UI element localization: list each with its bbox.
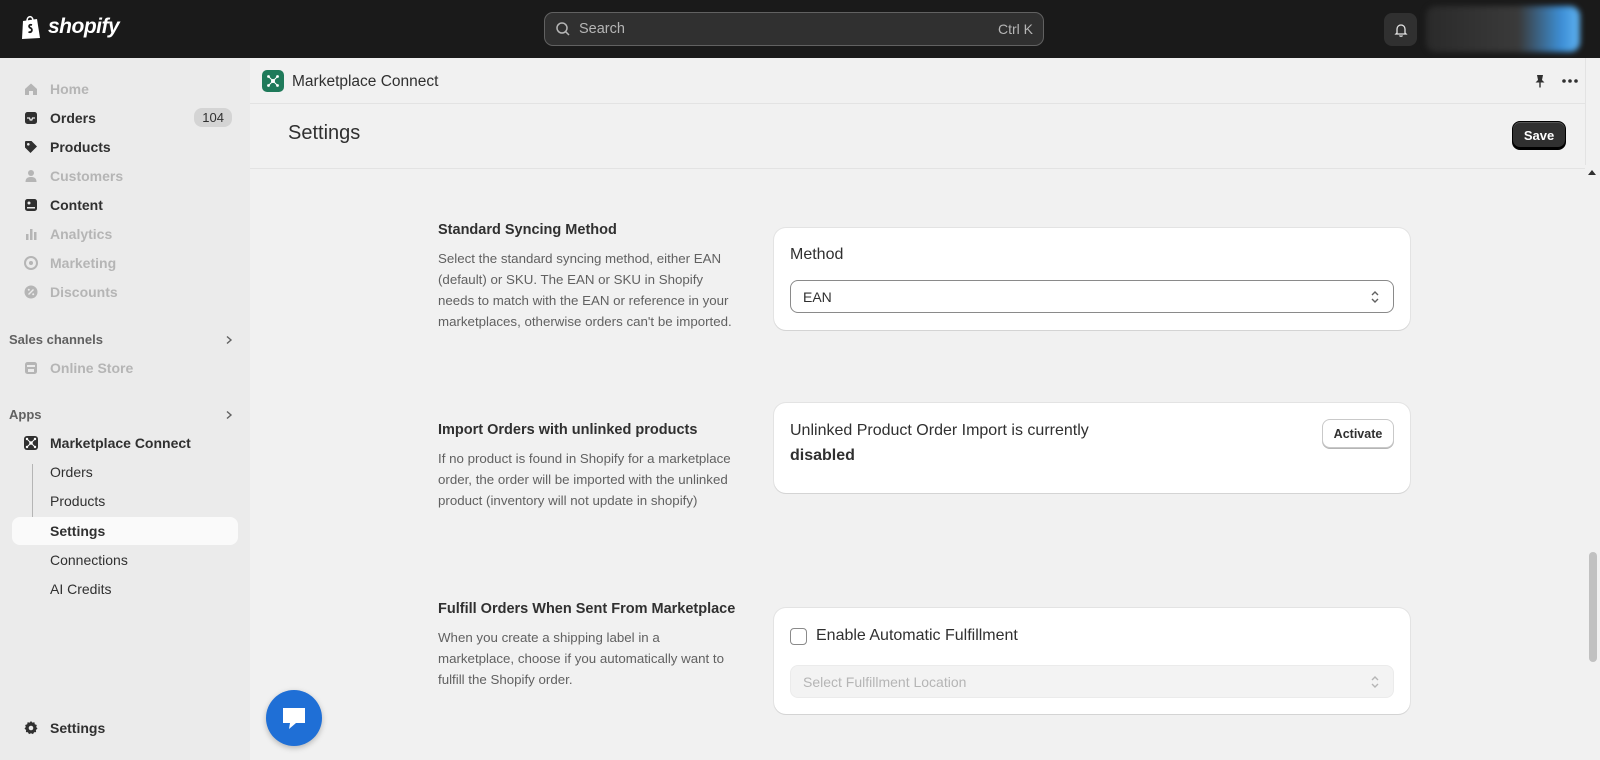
section-desc-fulfill: When you create a shipping label in a ma… (438, 630, 725, 687)
syncing-method-card: Method EAN (774, 228, 1410, 330)
sidebar-subitem-products[interactable]: Products (12, 487, 238, 515)
home-icon (25, 83, 37, 95)
shopify-logo[interactable]: shopify (20, 14, 120, 40)
network-icon (267, 75, 279, 87)
auto-fulfillment-checkbox[interactable] (790, 628, 807, 645)
sidebar-subitem-settings[interactable]: Settings (12, 517, 238, 545)
chevron-right-icon (226, 335, 233, 344)
shopify-bag-icon (22, 15, 40, 39)
content-icon (25, 199, 37, 211)
sidebar-item-label: Home (50, 81, 89, 97)
bar-chart-icon (26, 229, 37, 240)
sidebar-item-label: Online Store (50, 360, 134, 376)
apps-header[interactable]: Apps (9, 407, 234, 422)
sidebar-item-marketing[interactable]: Marketing (12, 249, 238, 277)
section-title-syncing: Standard Syncing Method (438, 222, 617, 238)
sidebar-item-label: Marketplace Connect (50, 435, 191, 451)
sidebar-item-label: Marketing (50, 255, 117, 271)
scroll-up-arrow-icon[interactable] (1588, 170, 1596, 175)
search-icon (556, 22, 570, 36)
target-icon (24, 256, 38, 270)
search-placeholder: Search (579, 21, 625, 37)
sidebar-item-home[interactable]: Home (12, 75, 238, 103)
unlinked-status-text: Unlinked Product Order Import is current… (790, 422, 1089, 439)
sidebar-item-marketplace-connect[interactable]: Marketplace Connect (12, 429, 238, 457)
scrollbar-track[interactable] (1585, 165, 1600, 760)
sales-channels-header[interactable]: Sales channels (9, 332, 234, 347)
store-icon (25, 362, 37, 374)
sidebar-subitem-connections[interactable]: Connections (12, 546, 238, 574)
method-label: Method (790, 246, 844, 263)
sidebar-item-label: Analytics (50, 226, 113, 242)
sidebar-item-customers[interactable]: Customers (12, 162, 238, 190)
chevron-right-icon (226, 410, 233, 419)
tag-icon (25, 141, 37, 153)
marketplace-connect-icon (24, 436, 38, 450)
discount-icon (24, 285, 38, 299)
top-bar: shopify Search Ctrl K (0, 0, 1600, 58)
section-title: Apps (9, 407, 42, 422)
auto-fulfillment-label[interactable]: Enable Automatic Fulfillment (816, 627, 1018, 645)
app-title: Marketplace Connect (292, 73, 439, 90)
select-arrows-icon (1371, 291, 1379, 303)
person-icon (25, 170, 37, 182)
sidebar-item-settings[interactable]: Settings (12, 714, 238, 742)
activate-button[interactable]: Activate (1322, 419, 1394, 448)
sidebar-subitem-ai-credits[interactable]: AI Credits (12, 575, 238, 603)
section-desc-syncing: Select the standard syncing method, eith… (438, 251, 732, 329)
page-header: Settings (250, 105, 1585, 169)
section-title-fulfill: Fulfill Orders When Sent From Marketplac… (438, 601, 736, 617)
sidebar-subitem-orders[interactable]: Orders (12, 458, 238, 486)
search-bar[interactable]: Search Ctrl K (544, 12, 1044, 46)
account-menu[interactable] (1426, 6, 1580, 52)
sidebar-item-label: Discounts (50, 284, 118, 300)
notifications-button[interactable] (1384, 13, 1417, 46)
sidebar-item-content[interactable]: Content (12, 191, 238, 219)
scroll-area-top (1585, 58, 1600, 165)
pin-icon[interactable] (1532, 73, 1548, 89)
scrollbar-thumb[interactable] (1589, 552, 1597, 662)
sidebar-item-discounts[interactable]: Discounts (12, 278, 238, 306)
fulfillment-location-select: Select Fulfillment Location (790, 665, 1394, 698)
brand-name: shopify (48, 15, 120, 38)
method-select[interactable]: EAN (790, 280, 1394, 313)
sidebar-item-label: Orders (50, 110, 96, 126)
sidebar-item-label: Content (50, 197, 103, 213)
section-title: Sales channels (9, 332, 103, 347)
page-title: Settings (288, 122, 361, 144)
save-button[interactable]: Save (1512, 121, 1566, 150)
sidebar-item-products[interactable]: Products (12, 133, 238, 161)
chat-button[interactable] (266, 690, 322, 746)
section-title-unlinked: Import Orders with unlinked products (438, 422, 698, 438)
method-select-value: EAN (803, 288, 832, 305)
fulfillment-card: Enable Automatic Fulfillment Select Fulf… (774, 608, 1410, 714)
unlinked-status-value: disabled (790, 447, 855, 464)
inbox-icon (25, 112, 37, 124)
main-content: Marketplace Connect Settings Save Standa… (250, 58, 1585, 760)
search-shortcut: Ctrl K (998, 21, 1033, 37)
sidebar-item-online-store[interactable]: Online Store (12, 354, 238, 382)
unlinked-import-card: Unlinked Product Order Import is current… (774, 403, 1410, 493)
sidebar-item-label: Products (50, 139, 111, 155)
app-logo (262, 70, 284, 92)
sidebar-item-label: Customers (50, 168, 124, 184)
gear-icon (24, 721, 38, 735)
app-header: Marketplace Connect (250, 58, 1585, 104)
more-options-icon[interactable] (1560, 72, 1580, 90)
chat-icon (283, 708, 305, 729)
fulfillment-location-placeholder: Select Fulfillment Location (803, 673, 967, 690)
select-arrows-icon (1371, 676, 1379, 688)
sidebar-item-label: Settings (50, 720, 106, 736)
sidebar-item-orders[interactable]: Orders 104 (12, 104, 238, 132)
orders-count-badge: 104 (194, 108, 232, 127)
bell-icon (1393, 23, 1408, 37)
sidebar-item-analytics[interactable]: Analytics (12, 220, 238, 248)
section-desc-unlinked: If no product is found in Shopify for a … (438, 451, 731, 508)
